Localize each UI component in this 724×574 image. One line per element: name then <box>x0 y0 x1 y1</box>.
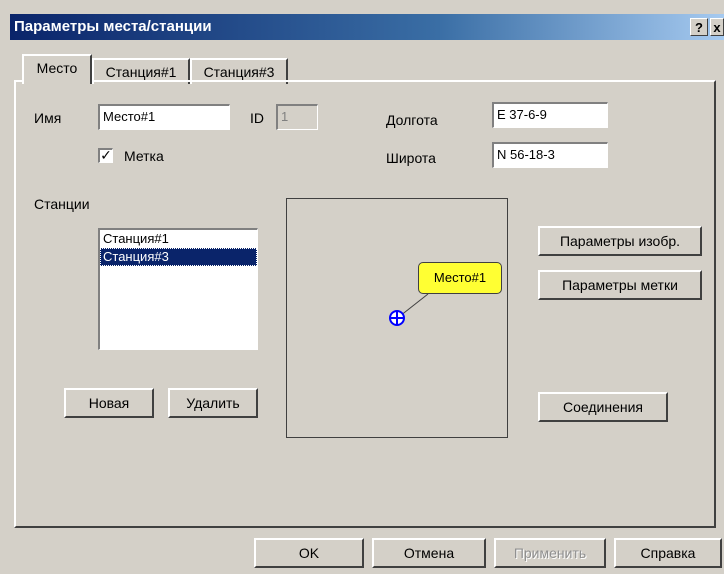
close-title-button[interactable]: x <box>710 18 724 36</box>
stations-listbox[interactable]: Станция#1 Станция#3 <box>98 228 258 350</box>
marker-checkbox-label: Метка <box>124 148 164 164</box>
image-params-button[interactable]: Параметры изобр. <box>538 226 702 256</box>
crosshair-circle-icon[interactable] <box>388 309 406 327</box>
id-label: ID <box>250 110 264 126</box>
help-button[interactable]: Справка <box>614 538 722 568</box>
longitude-label: Долгота <box>386 112 438 128</box>
latitude-field[interactable]: N 56-18-3 <box>492 142 608 168</box>
ok-button[interactable]: OK <box>254 538 364 568</box>
id-field: 1 <box>276 104 318 130</box>
list-item[interactable]: Станция#1 <box>100 230 257 248</box>
delete-station-button[interactable]: Удалить <box>168 388 258 418</box>
cancel-button[interactable]: Отмена <box>372 538 486 568</box>
help-title-button[interactable]: ? <box>690 18 708 36</box>
new-station-button[interactable]: Новая <box>64 388 154 418</box>
tab-place[interactable]: Место <box>22 54 92 84</box>
name-label: Имя <box>34 110 62 126</box>
latitude-label: Широта <box>386 150 436 166</box>
window-title: Параметры места/станции <box>14 18 212 35</box>
dialog-window: Параметры места/станции ? x Место Станци… <box>0 0 724 574</box>
marker-checkbox[interactable]: ✓ <box>98 148 113 163</box>
title-bar[interactable]: Параметры места/станции ? x <box>10 14 724 40</box>
marker-params-button[interactable]: Параметры метки <box>538 270 702 300</box>
name-field[interactable]: Место#1 <box>98 104 230 130</box>
stations-label: Станции <box>34 196 90 212</box>
longitude-field[interactable]: E 37-6-9 <box>492 102 608 128</box>
connections-button[interactable]: Соединения <box>538 392 668 422</box>
list-item[interactable]: Станция#3 <box>100 248 257 266</box>
marker-label[interactable]: Место#1 <box>418 262 502 294</box>
apply-button: Применить <box>494 538 606 568</box>
